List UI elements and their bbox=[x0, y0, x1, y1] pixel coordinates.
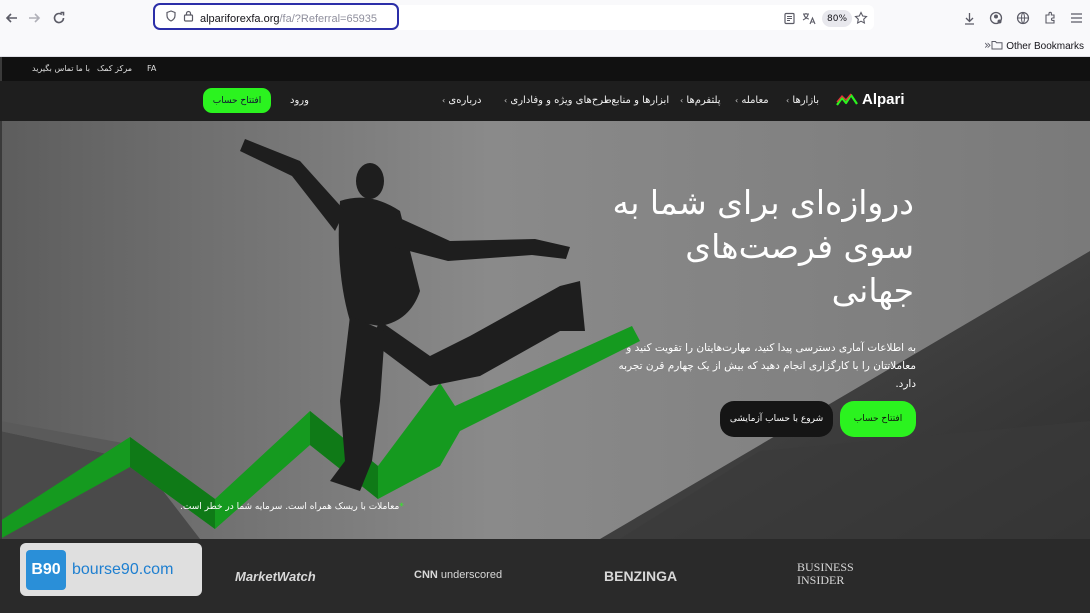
account-icon[interactable] bbox=[986, 8, 1006, 28]
hero-edge bbox=[0, 121, 2, 539]
browser-window: alpariforexfa.org/fa/?Referral=65935 80% bbox=[0, 0, 1090, 613]
browser-toolbar: alpariforexfa.org/fa/?Referral=65935 80% bbox=[0, 0, 1090, 36]
zoom-level-badge[interactable]: 80% bbox=[822, 10, 853, 27]
reader-view-icon[interactable] bbox=[779, 8, 799, 28]
other-bookmarks-button[interactable]: Other Bookmarks bbox=[991, 40, 1084, 53]
benzinga-logo: BENZINGA bbox=[604, 568, 678, 584]
nav-trading[interactable]: ‹ معامله bbox=[731, 95, 769, 106]
asterisk-icon: * bbox=[399, 502, 404, 512]
other-bookmarks-label: Other Bookmarks bbox=[1006, 41, 1084, 52]
chevron-left-icon: ‹ bbox=[504, 96, 508, 105]
translate-icon[interactable] bbox=[799, 8, 819, 28]
bourse90-logo-icon: B90 bbox=[26, 549, 66, 590]
chevron-left-icon: ‹ bbox=[442, 96, 446, 105]
top-strip: با ما تماس بگیرید مرکز کمک FA bbox=[0, 57, 1090, 81]
demo-account-button[interactable]: شروع با حساب آزمایشی bbox=[720, 401, 833, 437]
risk-warning: *معاملات با ریسک همراه است. سرمایه شما د… bbox=[180, 502, 404, 512]
alpari-logo-text: Alpari bbox=[862, 91, 905, 108]
download-icon[interactable] bbox=[959, 8, 979, 28]
shield-icon[interactable] bbox=[165, 7, 177, 26]
marketwatch-logo: MarketWatch bbox=[235, 569, 316, 584]
menu-hamburger-icon[interactable] bbox=[1066, 8, 1086, 28]
business-insider-logo: BUSINESS INSIDER bbox=[797, 560, 854, 587]
lock-icon[interactable] bbox=[183, 7, 194, 26]
back-arrow-icon[interactable] bbox=[2, 8, 22, 28]
reload-icon[interactable] bbox=[49, 8, 69, 28]
open-account-button-header[interactable]: افتتاح حساب bbox=[203, 88, 271, 113]
globe-icon[interactable] bbox=[1013, 8, 1033, 28]
hero-headline: دروازه‌ای برای شما به سوی فرصت‌های جهانی bbox=[612, 183, 914, 310]
chevron-left-icon: ‹ bbox=[786, 96, 790, 105]
nav-loyalty-programs[interactable]: ‹ طرح‌های ویژه و وفاداری bbox=[500, 95, 612, 106]
bourse90-text: bourse90.com bbox=[72, 560, 174, 578]
bookmark-star-icon[interactable] bbox=[851, 8, 871, 28]
website: با ما تماس بگیرید مرکز کمک FA Alpari ‹ ب… bbox=[0, 57, 1090, 613]
bourse90-watermark: B90 bourse90.com bbox=[20, 543, 202, 596]
cnn-underscored-logo: CNN underscored bbox=[414, 569, 503, 581]
nav-markets[interactable]: ‹ بازارها bbox=[782, 95, 819, 106]
url-host: alpariforexfa.org bbox=[200, 13, 280, 25]
main-navbar: Alpari ‹ بازارها ‹ معامله ‹ پلتفرم‌ها ‹ … bbox=[0, 81, 1090, 121]
hero-subtext: به اطلاعات آماری دسترسی پیدا کنید، مهارت… bbox=[618, 342, 916, 390]
alpari-logo-icon bbox=[836, 93, 858, 106]
url-bar[interactable]: alpariforexfa.org/fa/?Referral=65935 bbox=[153, 3, 399, 30]
open-account-button[interactable]: افتتاح حساب bbox=[840, 401, 916, 437]
help-center-link[interactable]: مرکز کمک bbox=[97, 64, 132, 73]
nav-about[interactable]: ‹ درباره‌ی bbox=[438, 95, 481, 106]
hero-section: دروازه‌ای برای شما به سوی فرصت‌های جهانی… bbox=[0, 121, 1090, 539]
alpari-logo[interactable]: Alpari bbox=[836, 91, 905, 108]
url-path: /fa/?Referral=65935 bbox=[279, 13, 378, 25]
chevron-left-icon: ‹ bbox=[735, 96, 739, 105]
login-link[interactable]: ورود bbox=[290, 95, 309, 106]
nav-platforms[interactable]: ‹ پلتفرم‌ها bbox=[676, 95, 721, 106]
language-selector[interactable]: FA bbox=[147, 64, 156, 73]
forward-arrow-icon[interactable] bbox=[24, 8, 44, 28]
chevron-left-icon: ‹ bbox=[680, 96, 684, 105]
bookmarks-bar: » Other Bookmarks bbox=[0, 36, 1090, 57]
contact-us-link[interactable]: با ما تماس بگیرید bbox=[32, 64, 90, 73]
extensions-icon[interactable] bbox=[1040, 8, 1060, 28]
hero-background-image bbox=[0, 121, 1090, 539]
folder-icon bbox=[991, 40, 1003, 53]
